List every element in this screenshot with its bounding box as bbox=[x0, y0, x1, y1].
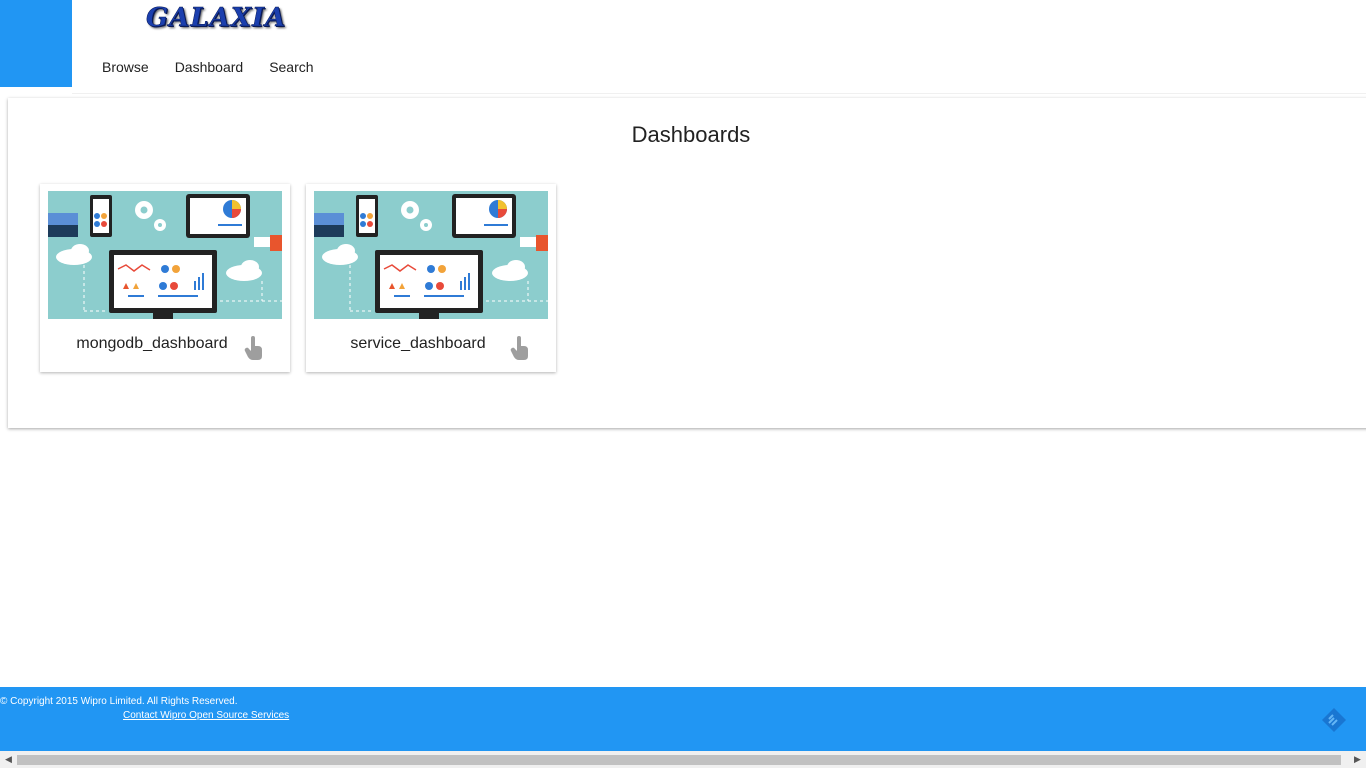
contact-link[interactable]: Contact Wipro Open Source Services bbox=[123, 710, 289, 721]
dashboard-thumbnail bbox=[314, 191, 548, 319]
header-divider bbox=[72, 93, 1366, 94]
nav-dashboard[interactable]: Dashboard bbox=[175, 59, 244, 75]
card-label: mongodb_dashboard bbox=[76, 335, 228, 352]
copyright-text: © Copyright 2015 Wipro Limited. All Righ… bbox=[0, 696, 238, 707]
horizontal-scrollbar[interactable]: ◀ ▶ bbox=[0, 751, 1366, 768]
nav-search[interactable]: Search bbox=[269, 59, 313, 75]
logo[interactable]: GALAXIA bbox=[146, 3, 286, 34]
scrollbar-thumb[interactable] bbox=[17, 755, 1341, 765]
dashboard-thumbnail bbox=[48, 191, 282, 319]
dashboards-panel: Dashboards mongodb_dashboard service_das… bbox=[8, 98, 1366, 428]
scroll-right-icon[interactable]: ▶ bbox=[1349, 751, 1366, 768]
nav-browse[interactable]: Browse bbox=[102, 59, 149, 75]
pointer-hand-icon bbox=[244, 336, 262, 360]
scroll-left-icon[interactable]: ◀ bbox=[0, 751, 17, 768]
feed-icon[interactable] bbox=[1322, 708, 1346, 732]
footer: © Copyright 2015 Wipro Limited. All Righ… bbox=[0, 687, 1366, 751]
main-nav: Browse Dashboard Search bbox=[102, 59, 340, 75]
dashboard-card-service[interactable]: service_dashboard bbox=[306, 184, 556, 372]
card-label: service_dashboard bbox=[350, 335, 486, 352]
page-title: Dashboards bbox=[631, 122, 751, 147]
sidebar-toggle[interactable] bbox=[0, 0, 72, 87]
dashboard-card-mongodb[interactable]: mongodb_dashboard bbox=[40, 184, 290, 372]
pointer-hand-icon bbox=[510, 336, 528, 360]
